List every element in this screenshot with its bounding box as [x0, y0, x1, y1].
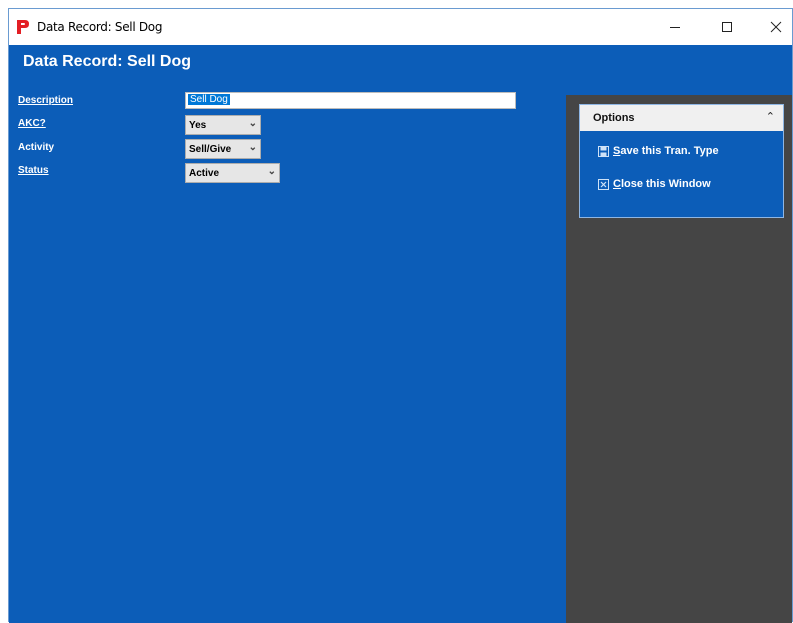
- akc-select[interactable]: Yes ⌄: [185, 115, 261, 135]
- close-window-link[interactable]: Close this Window: [598, 178, 711, 190]
- close-button[interactable]: [753, 9, 793, 45]
- window-title: Data Record: Sell Dog: [37, 20, 163, 34]
- activity-label: Activity: [18, 142, 55, 153]
- activity-select[interactable]: Sell/Give ⌄: [185, 139, 261, 159]
- collapse-icon[interactable]: ⌃: [766, 110, 775, 123]
- minimize-icon: [670, 27, 680, 28]
- options-side-panel: Options ⌃ Save this Tran. Type C lose th…: [566, 95, 792, 623]
- options-header[interactable]: Options ⌃: [580, 105, 783, 131]
- chevron-down-icon: ⌄: [248, 118, 257, 129]
- description-value: Sell Dog: [188, 94, 230, 105]
- save-tran-type-link[interactable]: Save this Tran. Type: [598, 145, 719, 157]
- status-label[interactable]: Status: [18, 165, 49, 176]
- activity-value: Sell/Give: [189, 143, 232, 155]
- client-area: Data Record: Sell Dog Description Sell D…: [9, 45, 792, 623]
- status-value: Active: [189, 167, 220, 179]
- chevron-down-icon: ⌄: [267, 166, 276, 177]
- save-link-accel: S: [613, 145, 621, 157]
- options-panel: Options ⌃ Save this Tran. Type C lose th…: [579, 104, 784, 218]
- save-link-label: ave this Tran. Type: [620, 145, 719, 157]
- app-logo-icon: [17, 20, 29, 34]
- app-window: Data Record: Sell Dog Data Record: Sell …: [8, 8, 793, 623]
- title-bar[interactable]: Data Record: Sell Dog: [9, 9, 792, 45]
- maximize-button[interactable]: [704, 9, 750, 45]
- chevron-down-icon: ⌄: [248, 142, 257, 153]
- akc-label[interactable]: AKC?: [18, 118, 46, 129]
- minimize-button[interactable]: [652, 9, 698, 45]
- close-link-accel: C: [613, 178, 621, 190]
- close-link-label: lose this Window: [620, 178, 711, 190]
- description-input[interactable]: Sell Dog: [185, 92, 516, 109]
- status-select[interactable]: Active ⌄: [185, 163, 280, 183]
- save-icon: [598, 145, 609, 157]
- page-title: Data Record: Sell Dog: [23, 53, 192, 70]
- akc-value: Yes: [189, 119, 207, 131]
- maximize-icon: [722, 22, 732, 32]
- description-label[interactable]: Description: [18, 95, 73, 106]
- close-window-icon: [598, 178, 609, 190]
- options-title: Options: [593, 112, 635, 124]
- close-icon: [770, 21, 782, 33]
